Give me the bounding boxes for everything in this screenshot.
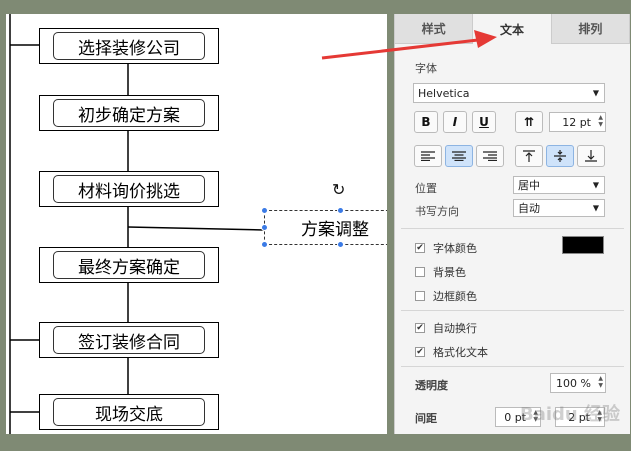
font-family-select[interactable]: Helvetica ▼ <box>413 83 605 103</box>
position-value: 居中 <box>518 179 540 192</box>
divider <box>401 228 624 229</box>
auto-wrap-checkbox[interactable]: ✔ 自动换行 <box>415 320 477 336</box>
chevron-down-icon: ▼ <box>592 203 599 213</box>
resize-handle-s[interactable] <box>337 241 344 248</box>
vertical-text-button[interactable]: ⇈ <box>515 111 543 133</box>
flow-node-label: 现场交底 <box>53 398 205 426</box>
formatted-text-checkbox[interactable]: ✔ 格式化文本 <box>415 344 488 360</box>
valign-bottom-icon <box>585 150 597 162</box>
font-family-value: Helvetica <box>418 86 470 100</box>
opacity-value: 100 % <box>556 376 591 390</box>
spacing-label: 间距 <box>415 412 437 425</box>
resize-handle-w[interactable] <box>261 224 268 231</box>
flow-node-2[interactable]: 初步确定方案 <box>39 95 219 131</box>
tab-arrange[interactable]: 排列 <box>551 14 630 44</box>
panel-tabs: 样式 文本 排列 <box>395 14 630 44</box>
bold-button[interactable]: B <box>414 111 438 133</box>
divider <box>401 366 624 367</box>
flow-node-label: 选择装修公司 <box>53 32 205 60</box>
valign-bottom-button[interactable] <box>577 145 605 167</box>
checkbox-icon: ✔ <box>415 347 425 357</box>
flow-node-3[interactable]: 材料询价挑选 <box>39 171 219 207</box>
align-center-button[interactable] <box>445 145 473 167</box>
valign-top-icon <box>523 150 535 162</box>
resize-handle-nw[interactable] <box>261 207 268 214</box>
resize-handle-sw[interactable] <box>261 241 268 248</box>
italic-button[interactable]: I <box>443 111 467 133</box>
chevron-down-icon: ▼ <box>592 88 599 98</box>
stepper-arrows-icon: ▲ ▼ <box>598 114 603 128</box>
font-size-value: 12 pt <box>562 115 591 129</box>
tab-text[interactable]: 文本 <box>473 14 552 44</box>
flow-node-6[interactable]: 现场交底 <box>39 394 219 430</box>
border-color-checkbox[interactable]: 边框颜色 <box>415 288 477 304</box>
selected-flow-node[interactable]: 方案调整 <box>264 210 387 245</box>
checkbox-icon: ✔ <box>415 323 425 333</box>
flow-node-label: 签订装修合同 <box>53 326 205 354</box>
formatted-text-label: 格式化文本 <box>433 346 488 359</box>
background-color-checkbox[interactable]: 背景色 <box>415 264 466 280</box>
align-center-icon <box>452 151 466 161</box>
writing-direction-value: 自动 <box>518 202 540 215</box>
align-left-icon <box>421 151 435 161</box>
checkbox-icon <box>415 291 425 301</box>
auto-wrap-label: 自动换行 <box>433 322 477 335</box>
position-select[interactable]: 居中 ▼ <box>513 176 605 194</box>
flow-node-1[interactable]: 选择装修公司 <box>39 28 219 64</box>
flow-node-4[interactable]: 最终方案确定 <box>39 247 219 283</box>
flow-node-label: 材料询价挑选 <box>53 175 205 203</box>
valign-top-button[interactable] <box>515 145 543 167</box>
opacity-label: 透明度 <box>415 379 448 392</box>
font-size-stepper[interactable]: 12 pt ▲ ▼ <box>549 112 606 132</box>
font-section-label: 字体 <box>415 62 437 75</box>
flow-node-label: 最终方案确定 <box>53 251 205 279</box>
valign-middle-icon <box>554 150 566 162</box>
watermark: Baidu 经验 <box>519 404 620 425</box>
tab-style[interactable]: 样式 <box>395 14 474 44</box>
font-color-label: 字体颜色 <box>433 242 477 255</box>
font-color-swatch[interactable] <box>562 236 604 254</box>
align-right-icon <box>483 151 497 161</box>
checkbox-icon <box>415 267 425 277</box>
underline-button[interactable]: U <box>472 111 496 133</box>
stepper-arrows-icon: ▲ ▼ <box>598 375 603 389</box>
diagram-canvas[interactable]: 选择装修公司 初步确定方案 材料询价挑选 最终方案确定 签订装修合同 现场交底 … <box>6 14 387 434</box>
opacity-stepper[interactable]: 100 % ▲ ▼ <box>550 373 606 393</box>
chevron-down-icon: ▼ <box>592 180 599 190</box>
rotate-icon[interactable]: ↻ <box>332 180 345 199</box>
resize-handle-n[interactable] <box>337 207 344 214</box>
format-panel: 样式 文本 排列 字体 Helvetica ▼ B I U ⇈ 12 pt ▲ ▼… <box>394 14 630 434</box>
align-left-button[interactable] <box>414 145 442 167</box>
border-color-label: 边框颜色 <box>433 290 477 303</box>
writing-direction-label: 书写方向 <box>415 205 459 218</box>
divider <box>401 310 624 311</box>
valign-middle-button[interactable] <box>546 145 574 167</box>
flow-node-label: 初步确定方案 <box>53 99 205 127</box>
background-color-label: 背景色 <box>433 266 466 279</box>
align-right-button[interactable] <box>476 145 504 167</box>
checkbox-icon: ✔ <box>415 243 425 253</box>
flow-node-5[interactable]: 签订装修合同 <box>39 322 219 358</box>
writing-direction-select[interactable]: 自动 ▼ <box>513 199 605 217</box>
font-color-checkbox[interactable]: ✔ 字体颜色 <box>415 240 477 256</box>
position-label: 位置 <box>415 182 437 195</box>
